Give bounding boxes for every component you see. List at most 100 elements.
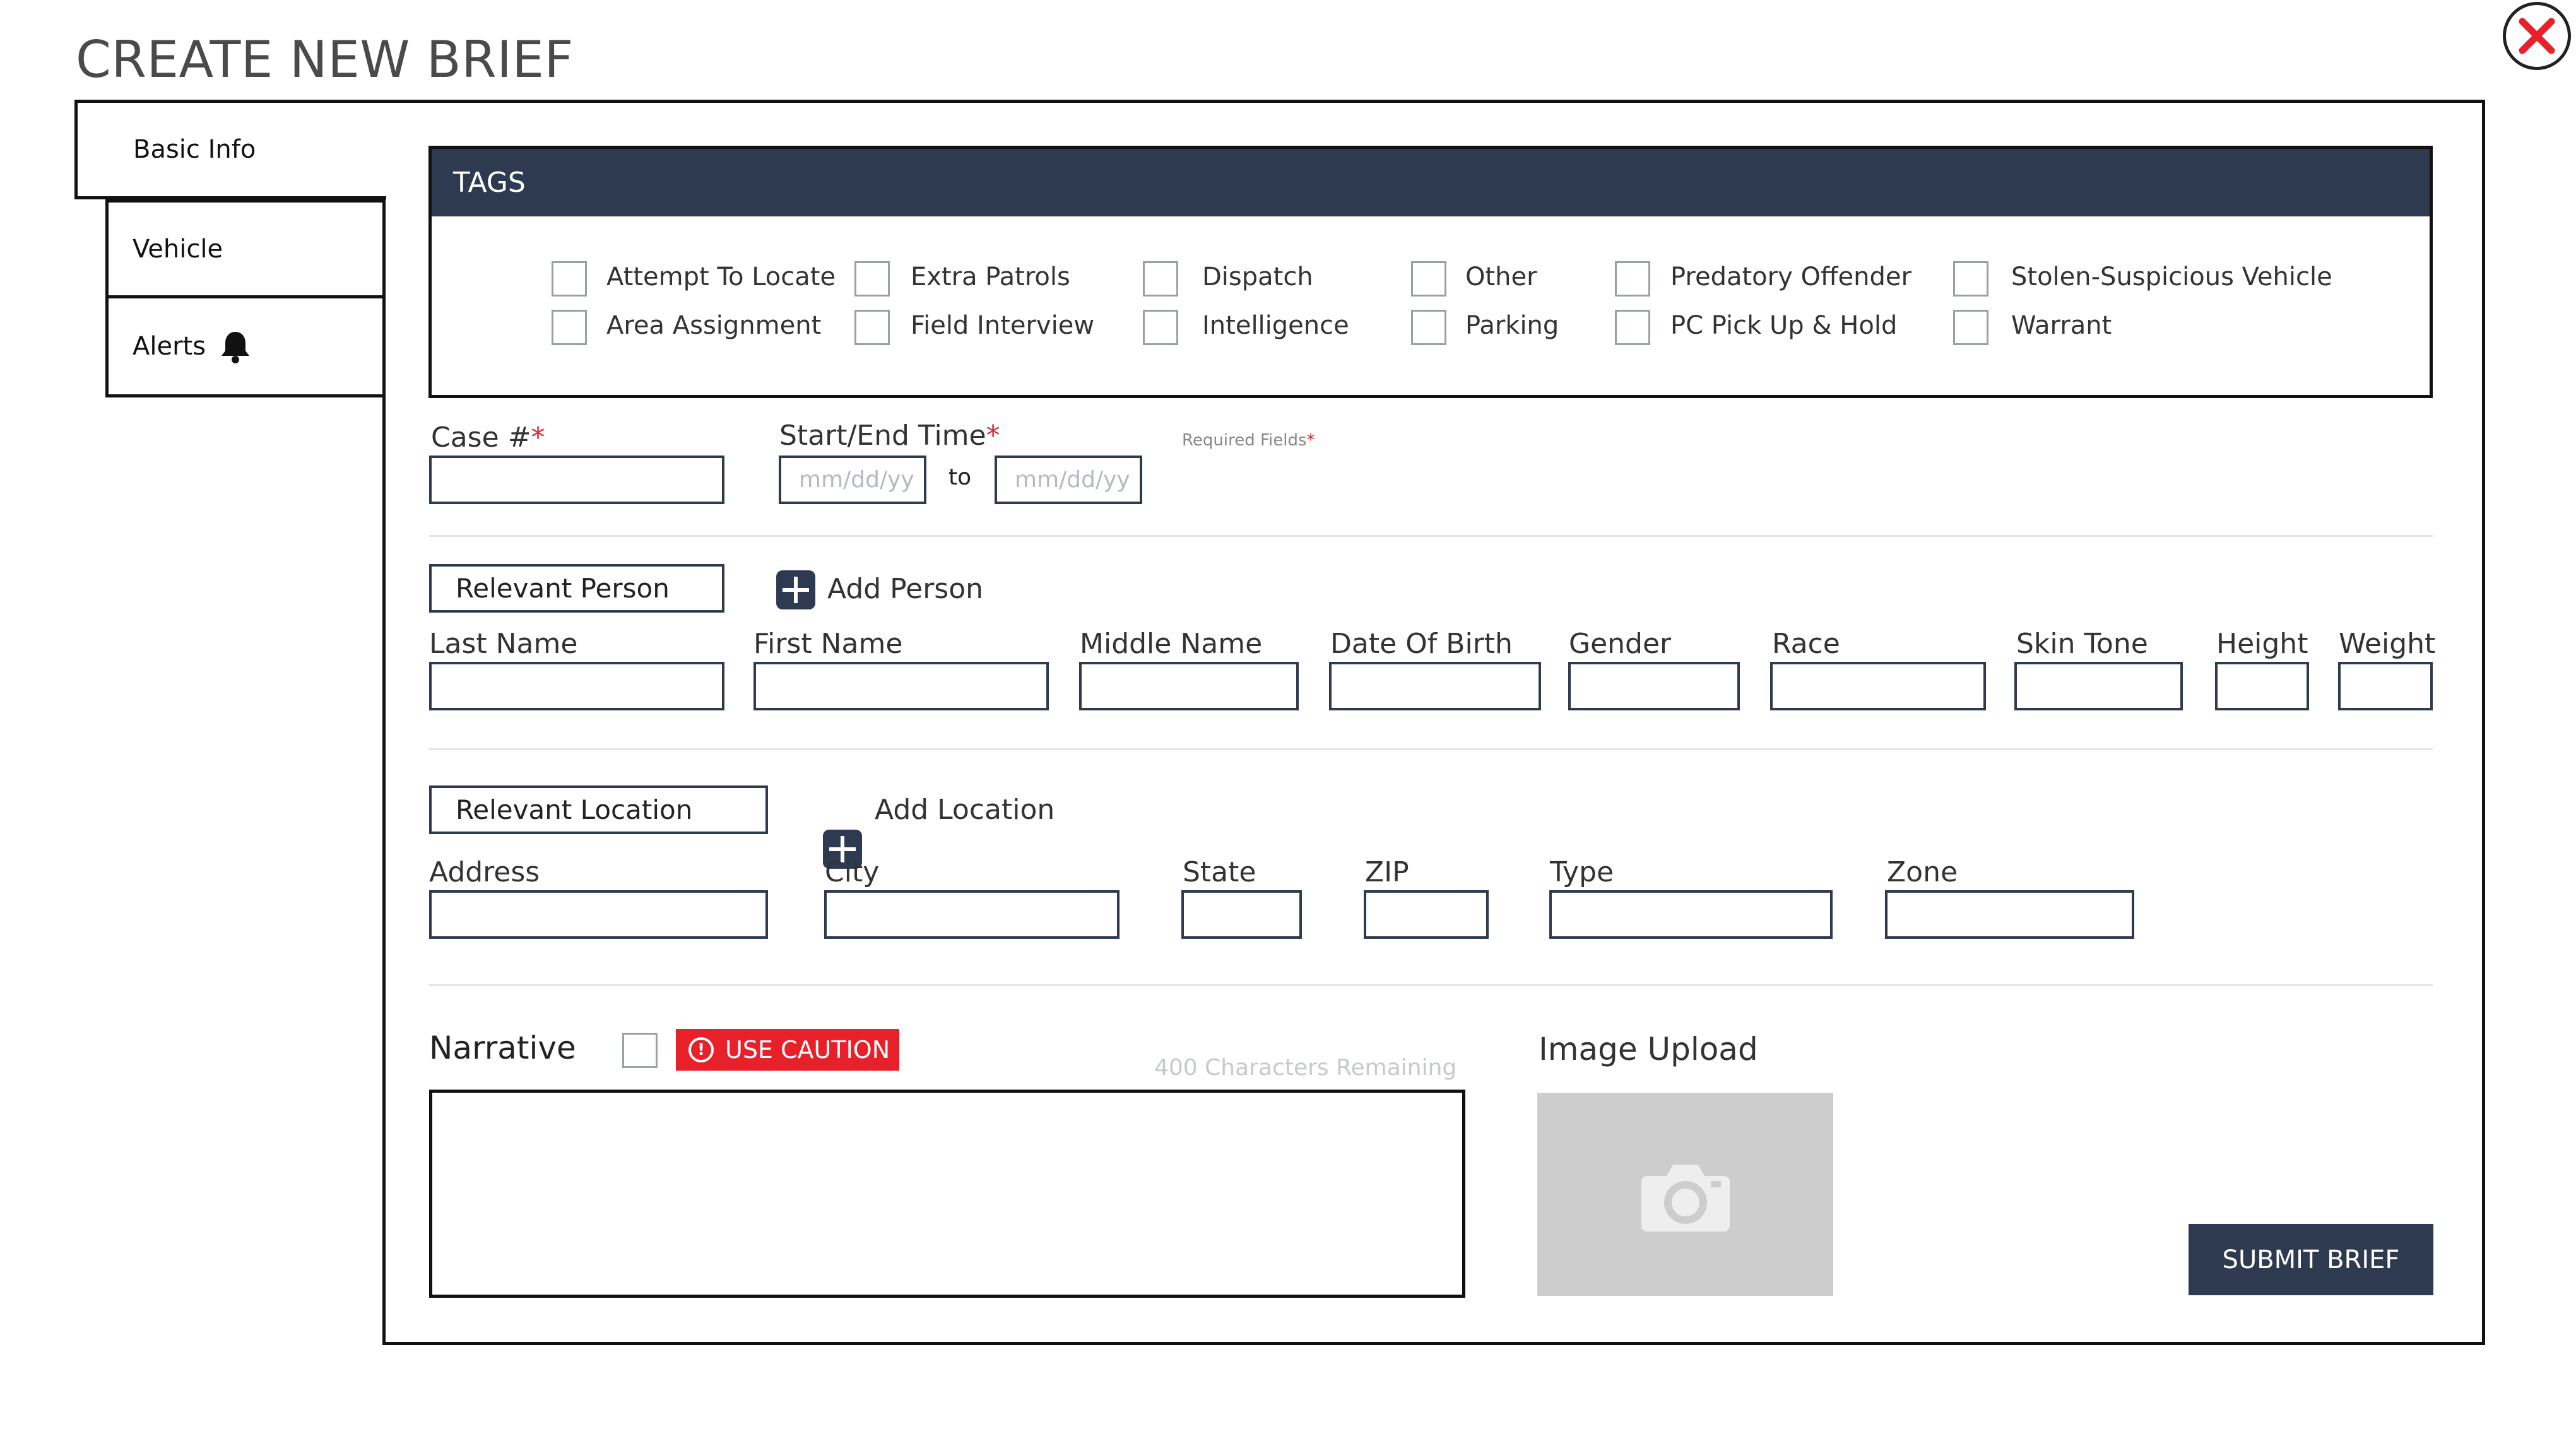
divider xyxy=(428,535,2433,537)
bell-icon xyxy=(222,332,250,363)
start-end-time-label-text: Start/End Time xyxy=(779,420,986,452)
tab-label: Basic Info xyxy=(133,135,256,164)
date-of-birth-input[interactable] xyxy=(1329,662,1541,710)
submit-brief-button[interactable]: SUBMIT BRIEF xyxy=(2189,1224,2433,1295)
case-number-label-text: Case # xyxy=(431,421,531,454)
checkbox-dispatch[interactable] xyxy=(1143,261,1178,297)
checkbox-pc-pick-up-hold[interactable] xyxy=(1615,310,1650,345)
city-input[interactable] xyxy=(824,890,1120,939)
start-date-input[interactable]: mm/dd/yy xyxy=(779,456,926,504)
case-number-label: Case #* xyxy=(431,421,545,454)
field-label: Weight xyxy=(2339,628,2436,660)
tag-label: Field Interview xyxy=(911,311,1095,340)
tag-label: PC Pick Up & Hold xyxy=(1670,311,1898,340)
required-mark: * xyxy=(1306,431,1315,450)
field-label: City xyxy=(825,856,880,888)
relevant-location-label: Relevant Location xyxy=(456,794,693,825)
address-input[interactable] xyxy=(429,890,768,939)
checkbox-other[interactable] xyxy=(1411,261,1446,297)
camera-icon xyxy=(1641,1165,1730,1232)
tag-label: Attempt To Locate xyxy=(606,262,836,291)
zip-input[interactable] xyxy=(1364,890,1489,939)
narrative-textarea[interactable] xyxy=(429,1090,1465,1298)
add-location-link[interactable]: Add Location xyxy=(875,794,1055,826)
image-upload-dropzone[interactable] xyxy=(1537,1093,1833,1296)
location-type-input[interactable] xyxy=(1549,890,1833,939)
checkbox-warrant[interactable] xyxy=(1953,310,1988,345)
tab-label: Vehicle xyxy=(133,234,223,264)
tag-label: Predatory Offender xyxy=(1670,262,1911,291)
relevant-person-button[interactable]: Relevant Person xyxy=(429,564,724,613)
checkbox-extra-patrols[interactable] xyxy=(854,261,890,297)
tag-label: Dispatch xyxy=(1202,262,1313,291)
close-button[interactable] xyxy=(2503,2,2571,70)
required-mark: * xyxy=(986,420,1000,452)
end-date-placeholder: mm/dd/yy xyxy=(1015,467,1130,493)
checkbox-attempt-to-locate[interactable] xyxy=(552,261,587,297)
gender-input[interactable] xyxy=(1568,662,1740,710)
end-date-input[interactable]: mm/dd/yy xyxy=(995,456,1142,504)
tags-header: TAGS xyxy=(432,149,2430,216)
tag-label: Extra Patrols xyxy=(911,262,1070,291)
start-date-placeholder: mm/dd/yy xyxy=(799,467,914,493)
use-caution-checkbox[interactable] xyxy=(622,1033,658,1068)
checkbox-area-assignment[interactable] xyxy=(552,310,587,345)
tag-label: Other xyxy=(1465,262,1537,291)
field-label: Address xyxy=(429,856,540,888)
field-label: Type xyxy=(1550,856,1614,888)
close-icon xyxy=(2519,18,2555,54)
checkbox-field-interview[interactable] xyxy=(854,310,890,345)
use-caution-label: USE CAUTION xyxy=(725,1036,890,1064)
tag-label: Parking xyxy=(1465,311,1559,340)
field-label: Zone xyxy=(1887,856,1958,888)
required-fields-note: Required Fields* xyxy=(1182,431,1315,450)
submit-brief-label: SUBMIT BRIEF xyxy=(2222,1245,2400,1274)
divider xyxy=(428,984,2433,986)
checkbox-predatory-offender[interactable] xyxy=(1615,261,1650,297)
field-label: First Name xyxy=(753,628,903,660)
checkbox-stolen-suspicious-vehicle[interactable] xyxy=(1953,261,1988,297)
middle-name-input[interactable] xyxy=(1079,662,1299,710)
narrative-label: Narrative xyxy=(429,1030,576,1066)
first-name-input[interactable] xyxy=(753,662,1049,710)
skin-tone-input[interactable] xyxy=(2014,662,2183,710)
tag-label: Intelligence xyxy=(1202,311,1349,340)
to-label: to xyxy=(948,464,972,490)
page-title: CREATE NEW BRIEF xyxy=(76,30,574,89)
tag-label: Warrant xyxy=(2011,311,2112,340)
field-label: Date Of Birth xyxy=(1330,628,1513,660)
relevant-location-button[interactable]: Relevant Location xyxy=(429,785,768,834)
race-input[interactable] xyxy=(1770,662,1986,710)
tab-basic-info[interactable]: Basic Info xyxy=(74,100,386,199)
tab-label: Alerts xyxy=(133,332,206,361)
field-label: Last Name xyxy=(429,628,578,660)
add-person-plus-icon[interactable] xyxy=(776,570,815,609)
tab-vehicle[interactable]: Vehicle xyxy=(105,199,386,298)
use-caution-badge: ! USE CAUTION xyxy=(676,1029,899,1071)
last-name-input[interactable] xyxy=(429,662,724,710)
required-fields-note-text: Required Fields xyxy=(1182,431,1307,450)
state-input[interactable] xyxy=(1181,890,1302,939)
checkbox-intelligence[interactable] xyxy=(1143,310,1178,345)
alert-icon: ! xyxy=(688,1037,714,1062)
field-label: Middle Name xyxy=(1080,628,1263,660)
height-input[interactable] xyxy=(2215,662,2309,710)
tags-header-label: TAGS xyxy=(453,167,526,199)
tab-alerts[interactable]: Alerts xyxy=(105,298,386,397)
zone-input[interactable] xyxy=(1885,890,2134,939)
start-end-time-label: Start/End Time* xyxy=(779,420,1000,452)
field-label: Height xyxy=(2216,628,2308,660)
required-mark: * xyxy=(531,421,545,454)
characters-remaining: 400 Characters Remaining xyxy=(1154,1055,1457,1081)
field-label: State xyxy=(1183,856,1256,888)
field-label: Race xyxy=(1772,628,1840,660)
weight-input[interactable] xyxy=(2338,662,2433,710)
tag-label: Area Assignment xyxy=(606,311,822,340)
field-label: Skin Tone xyxy=(2016,628,2148,660)
case-number-input[interactable] xyxy=(429,456,724,504)
checkbox-parking[interactable] xyxy=(1411,310,1446,345)
tag-label: Stolen-Suspicious Vehicle xyxy=(2011,262,2332,291)
add-person-link[interactable]: Add Person xyxy=(827,573,983,605)
relevant-person-label: Relevant Person xyxy=(456,573,670,604)
image-upload-label: Image Upload xyxy=(1539,1031,1758,1067)
